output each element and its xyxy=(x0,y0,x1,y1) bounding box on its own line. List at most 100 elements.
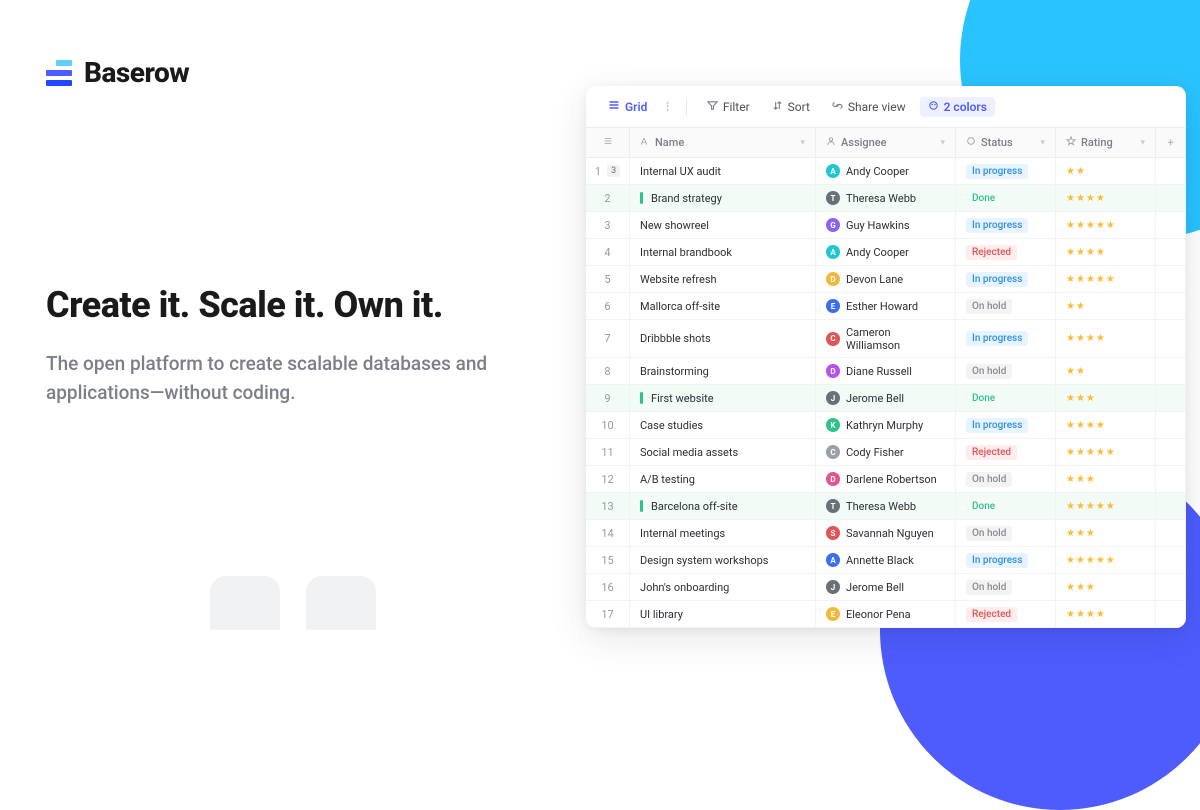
status-cell[interactable]: On hold xyxy=(956,574,1056,600)
table-row[interactable]: 9First websiteJJerome BellDone★★★ xyxy=(586,385,1186,412)
name-cell[interactable]: Barcelona off-site xyxy=(630,493,816,519)
name-cell[interactable]: Case studies xyxy=(630,412,816,438)
assignee-cell[interactable]: DDiane Russell xyxy=(816,358,956,384)
name-cell[interactable]: Social media assets xyxy=(630,439,816,465)
empty-cell xyxy=(1156,574,1186,600)
status-cell[interactable]: In progress xyxy=(956,320,1056,357)
name-cell[interactable]: First website xyxy=(630,385,816,411)
table-row[interactable]: 10Case studiesKKathryn MurphyIn progress… xyxy=(586,412,1186,439)
status-cell[interactable]: Done xyxy=(956,493,1056,519)
name-cell[interactable]: Website refresh xyxy=(630,266,816,292)
assignee-cell[interactable]: DDevon Lane xyxy=(816,266,956,292)
table-row[interactable]: 13Internal UX auditAAndy CooperIn progre… xyxy=(586,158,1186,185)
assignee-cell[interactable]: CCody Fisher xyxy=(816,439,956,465)
status-cell[interactable]: In progress xyxy=(956,547,1056,573)
table-row[interactable]: 13Barcelona off-siteTTheresa WebbDone★★★… xyxy=(586,493,1186,520)
assignee-cell[interactable]: JJerome Bell xyxy=(816,385,956,411)
rating-cell[interactable]: ★★★★★ xyxy=(1056,493,1156,519)
status-cell[interactable]: Rejected xyxy=(956,439,1056,465)
table-row[interactable]: 15Design system workshopsAAnnette BlackI… xyxy=(586,547,1186,574)
rating-cell[interactable]: ★★★★ xyxy=(1056,185,1156,211)
rating-cell[interactable]: ★★★★ xyxy=(1056,320,1156,357)
table-row[interactable]: 11Social media assetsCCody FisherRejecte… xyxy=(586,439,1186,466)
assignee-cell[interactable]: EEleonor Pena xyxy=(816,601,956,627)
column-header-status[interactable]: Status ▾ xyxy=(956,128,1056,157)
rating-cell[interactable]: ★★★★★ xyxy=(1056,439,1156,465)
row-number-header[interactable] xyxy=(586,128,630,157)
assignee-cell[interactable]: KKathryn Murphy xyxy=(816,412,956,438)
table-row[interactable]: 16John's onboardingJJerome BellOn hold★★… xyxy=(586,574,1186,601)
assignee-cell[interactable]: JJerome Bell xyxy=(816,574,956,600)
name-cell[interactable]: John's onboarding xyxy=(630,574,816,600)
row-number-cell: 5 xyxy=(586,266,630,292)
table-row[interactable]: 2Brand strategyTTheresa WebbDone★★★★ xyxy=(586,185,1186,212)
status-cell[interactable]: On hold xyxy=(956,520,1056,546)
status-cell[interactable]: In progress xyxy=(956,158,1056,184)
rating-cell[interactable]: ★★★ xyxy=(1056,385,1156,411)
status-cell[interactable]: Rejected xyxy=(956,239,1056,265)
assignee-cell[interactable]: TTheresa Webb xyxy=(816,185,956,211)
name-cell[interactable]: Dribbble shots xyxy=(630,320,816,357)
name-cell[interactable]: Design system workshops xyxy=(630,547,816,573)
rating-cell[interactable]: ★★★★★ xyxy=(1056,266,1156,292)
rating-cell[interactable]: ★★★★ xyxy=(1056,239,1156,265)
rating-cell[interactable]: ★★★★★ xyxy=(1056,547,1156,573)
rating-cell[interactable]: ★★ xyxy=(1056,158,1156,184)
filter-button[interactable]: Filter xyxy=(699,97,758,117)
assignee-cell[interactable]: TTheresa Webb xyxy=(816,493,956,519)
assignee-cell[interactable]: GGuy Hawkins xyxy=(816,212,956,238)
rating-cell[interactable]: ★★★ xyxy=(1056,574,1156,600)
rating-cell[interactable]: ★★★ xyxy=(1056,520,1156,546)
column-header-assignee[interactable]: Assignee ▾ xyxy=(816,128,956,157)
add-column-button[interactable]: + xyxy=(1156,128,1186,157)
name-cell[interactable]: UI library xyxy=(630,601,816,627)
status-cell[interactable]: On hold xyxy=(956,466,1056,492)
colors-button[interactable]: 2 colors xyxy=(920,97,995,117)
assignee-cell[interactable]: SSavannah Nguyen xyxy=(816,520,956,546)
assignee-cell[interactable]: AAndy Cooper xyxy=(816,158,956,184)
table-row[interactable]: 4Internal brandbookAAndy CooperRejected★… xyxy=(586,239,1186,266)
status-cell[interactable]: In progress xyxy=(956,266,1056,292)
name-cell[interactable]: Brand strategy xyxy=(630,185,816,211)
table-row[interactable]: 8BrainstormingDDiane RussellOn hold★★ xyxy=(586,358,1186,385)
name-cell[interactable]: Brainstorming xyxy=(630,358,816,384)
status-cell[interactable]: On hold xyxy=(956,293,1056,319)
table-row[interactable]: 3New showreelGGuy HawkinsIn progress★★★★… xyxy=(586,212,1186,239)
share-button[interactable]: Share view xyxy=(824,97,914,117)
assignee-cell[interactable]: DDarlene Robertson xyxy=(816,466,956,492)
table-row[interactable]: 17UI libraryEEleonor PenaRejected★★★★ xyxy=(586,601,1186,628)
view-switcher[interactable]: Grid xyxy=(600,96,655,117)
assignee-cell[interactable]: AAnnette Black xyxy=(816,547,956,573)
status-cell[interactable]: Done xyxy=(956,185,1056,211)
rating-cell[interactable]: ★★★★ xyxy=(1056,412,1156,438)
status-cell[interactable]: Rejected xyxy=(956,601,1056,627)
table-row[interactable]: 5Website refreshDDevon LaneIn progress★★… xyxy=(586,266,1186,293)
table-row[interactable]: 6Mallorca off-siteEEsther HowardOn hold★… xyxy=(586,293,1186,320)
decoration-blobs xyxy=(210,576,376,630)
sort-button[interactable]: Sort xyxy=(764,97,818,117)
view-menu-icon[interactable]: ⁝ xyxy=(661,99,673,115)
name-cell[interactable]: Mallorca off-site xyxy=(630,293,816,319)
column-header-rating[interactable]: Rating ▾ xyxy=(1056,128,1156,157)
rating-cell[interactable]: ★★★★★ xyxy=(1056,212,1156,238)
rating-cell[interactable]: ★★ xyxy=(1056,293,1156,319)
table-row[interactable]: 14Internal meetingsSSavannah NguyenOn ho… xyxy=(586,520,1186,547)
name-cell[interactable]: Internal meetings xyxy=(630,520,816,546)
column-header-name[interactable]: A Name ▾ xyxy=(630,128,816,157)
rating-cell[interactable]: ★★ xyxy=(1056,358,1156,384)
status-cell[interactable]: In progress xyxy=(956,412,1056,438)
assignee-cell[interactable]: EEsther Howard xyxy=(816,293,956,319)
assignee-cell[interactable]: AAndy Cooper xyxy=(816,239,956,265)
rating-cell[interactable]: ★★★★ xyxy=(1056,601,1156,627)
name-cell[interactable]: A/B testing xyxy=(630,466,816,492)
status-cell[interactable]: In progress xyxy=(956,212,1056,238)
name-cell[interactable]: New showreel xyxy=(630,212,816,238)
table-row[interactable]: 12A/B testingDDarlene RobertsonOn hold★★… xyxy=(586,466,1186,493)
name-cell[interactable]: Internal UX audit xyxy=(630,158,816,184)
status-cell[interactable]: Done xyxy=(956,385,1056,411)
assignee-cell[interactable]: CCameron Williamson xyxy=(816,320,956,357)
table-row[interactable]: 7Dribbble shotsCCameron WilliamsonIn pro… xyxy=(586,320,1186,358)
rating-cell[interactable]: ★★★ xyxy=(1056,466,1156,492)
name-cell[interactable]: Internal brandbook xyxy=(630,239,816,265)
status-cell[interactable]: On hold xyxy=(956,358,1056,384)
